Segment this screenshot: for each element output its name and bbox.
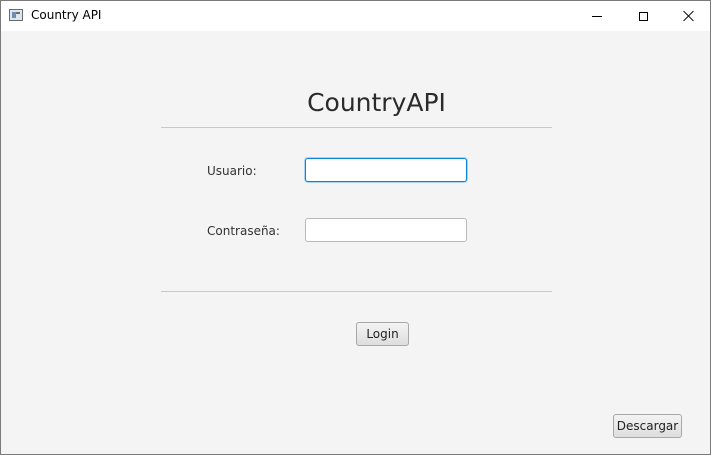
- login-button[interactable]: Login: [356, 322, 409, 346]
- top-divider: [161, 127, 552, 128]
- password-label: Contraseña:: [207, 224, 280, 238]
- username-label: Usuario:: [207, 164, 257, 178]
- bottom-divider: [161, 291, 552, 292]
- minimize-icon: [592, 15, 602, 17]
- page-title: CountryAPI: [307, 88, 446, 117]
- close-button[interactable]: [665, 1, 710, 31]
- login-panel: CountryAPI Usuario: Contraseña: Login De…: [1, 31, 710, 454]
- maximize-icon: [638, 11, 648, 21]
- minimize-button[interactable]: [574, 1, 620, 31]
- close-icon: [682, 10, 694, 22]
- download-button[interactable]: Descargar: [613, 414, 682, 438]
- window-title: Country API: [31, 8, 102, 22]
- app-icon: [9, 9, 23, 21]
- username-input[interactable]: [305, 158, 467, 182]
- title-bar[interactable]: Country API: [1, 1, 710, 31]
- password-input[interactable]: [305, 218, 467, 242]
- app-window: Country API CountryAPI Usuario: Contrase…: [0, 0, 711, 455]
- maximize-button[interactable]: [620, 1, 666, 31]
